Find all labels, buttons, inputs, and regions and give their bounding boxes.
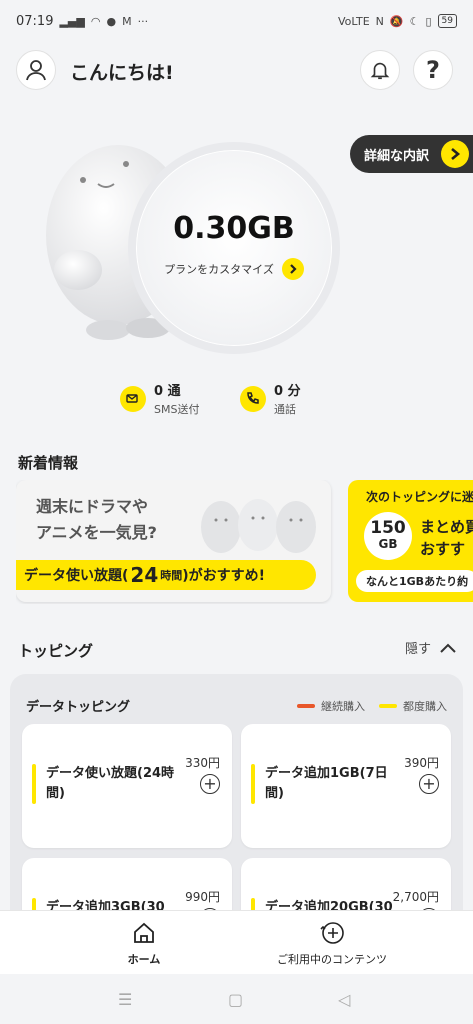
more-notifications-icon: ··· bbox=[137, 14, 149, 28]
volte-icon: VoLTE bbox=[337, 14, 370, 28]
question-icon: ? bbox=[426, 56, 440, 84]
nav-contents[interactable]: ご利用中のコンテンツ bbox=[262, 921, 402, 967]
news-banner-bulk[interactable]: 次のトッピングに迷 150 GB まとめ買 おすす なんと1GBあたり約 bbox=[348, 480, 473, 602]
bar-number: 24 bbox=[130, 563, 159, 587]
system-nav-bar: ☰ ▢ ◁ bbox=[0, 974, 473, 1024]
dnd-moon-icon: ☾ bbox=[409, 14, 420, 28]
topping-price: 330円 bbox=[185, 756, 220, 770]
customize-plan-label: プランをカスタマイズ bbox=[164, 262, 274, 276]
topping-header: トッピング 隠す bbox=[0, 638, 473, 662]
call-minutes: 0 分 bbox=[274, 384, 301, 399]
legend-swatch-continuous bbox=[297, 704, 315, 708]
banner2-bottom-text: なんと1GBあたり約 bbox=[356, 570, 473, 592]
app-header: こんにちは! ? bbox=[0, 48, 473, 92]
data-gauge[interactable]: 0.30GB プランをカスタマイズ bbox=[128, 142, 340, 354]
call-label: 通話 bbox=[274, 403, 296, 416]
bar-prefix: データ使い放題( bbox=[24, 568, 129, 584]
legend-label-one-time: 都度購入 bbox=[403, 700, 447, 713]
hide-toggle-button[interactable]: 隠す bbox=[405, 638, 457, 657]
legend-swatch-one-time bbox=[379, 704, 397, 708]
nfc-icon: N bbox=[375, 14, 384, 28]
chevron-right-icon bbox=[281, 257, 304, 280]
back-triangle-icon[interactable]: ◁ bbox=[338, 990, 350, 1009]
phone-icon bbox=[240, 385, 266, 412]
status-time: 07:19 bbox=[16, 13, 54, 29]
topping-name: データ使い放題(24時間) bbox=[46, 766, 175, 801]
banner-headline-line1: 週末にドラマや bbox=[36, 497, 149, 516]
bell-icon bbox=[370, 62, 390, 80]
usage-summary: 0 通 SMS送付 0 分 通話 bbox=[0, 380, 473, 420]
one-time-stripe bbox=[251, 764, 255, 804]
status-bar: 07:19 ▂▄▆ ◠ ● M ··· VoLTE N 🔕 ☾ ▯ 59 bbox=[0, 0, 473, 42]
add-topping-button[interactable]: + bbox=[200, 774, 220, 794]
bottom-navigation: ホーム ご利用中のコンテンツ bbox=[0, 910, 473, 974]
topping-section-title: トッピング bbox=[18, 642, 94, 660]
data-usage-hero: 0.30GB プランをカスタマイズ bbox=[0, 120, 473, 360]
signal-icon: ▂▄▆ bbox=[59, 14, 85, 28]
mascot-group-illustration bbox=[201, 499, 316, 553]
greeting-text: こんにちは! bbox=[70, 62, 174, 84]
mute-icon: 🔕 bbox=[389, 14, 404, 28]
sms-label: SMS送付 bbox=[154, 403, 200, 416]
chevron-up-icon bbox=[440, 643, 456, 653]
topping-card[interactable]: データ使い放題(24時間) 330円 + bbox=[22, 724, 232, 848]
remaining-data-value: 0.30GB bbox=[173, 210, 295, 246]
legend-label-continuous: 継続購入 bbox=[321, 700, 365, 713]
topping-card[interactable]: データ追加1GB(7日間) 390円 + bbox=[241, 724, 451, 848]
home-icon bbox=[134, 922, 154, 943]
hide-label: 隠す bbox=[404, 642, 431, 657]
banner2-title: まとめ買 おすす bbox=[420, 516, 473, 560]
wifi-icon: ◠ bbox=[90, 14, 101, 28]
profile-button[interactable] bbox=[16, 50, 56, 90]
one-time-stripe bbox=[32, 764, 36, 804]
home-square-icon[interactable]: ▢ bbox=[228, 990, 243, 1009]
add-topping-button[interactable]: + bbox=[419, 774, 439, 794]
vibrate-icon: ▯ bbox=[425, 14, 432, 28]
battery-icon: 59 bbox=[437, 14, 457, 28]
user-icon bbox=[26, 60, 46, 81]
gmail-icon: M bbox=[122, 14, 132, 28]
recent-apps-icon[interactable]: ☰ bbox=[118, 990, 132, 1009]
call-usage: 0 分 通話 bbox=[240, 380, 301, 417]
nav-contents-label: ご利用中のコンテンツ bbox=[277, 953, 387, 966]
banner-headline: 週末にドラマや アニメを一気見? bbox=[36, 494, 157, 546]
legend-continuous: 継続購入 bbox=[297, 698, 365, 714]
customize-plan-link[interactable]: プランをカスタマイズ bbox=[164, 257, 304, 280]
sms-icon bbox=[120, 385, 146, 412]
banner2-title-line2: おすす bbox=[420, 540, 466, 558]
news-carousel[interactable]: 週末にドラマや アニメを一気見? データ使い放題(24 時間)がおすすめ! 次のト… bbox=[16, 480, 473, 604]
nav-home-label: ホーム bbox=[127, 953, 161, 966]
legend-one-time: 都度購入 bbox=[379, 698, 447, 714]
help-button[interactable]: ? bbox=[413, 50, 453, 90]
data-topping-title: データトッピング bbox=[26, 700, 131, 715]
news-banner-unlimited[interactable]: 週末にドラマや アニメを一気見? データ使い放題(24 時間)がおすすめ! bbox=[16, 480, 331, 602]
banner-recommendation-bar: データ使い放題(24 時間)がおすすめ! bbox=[16, 560, 316, 590]
plus-icon: + bbox=[203, 774, 217, 793]
plus-icon: + bbox=[422, 774, 436, 793]
banner2-unit: GB bbox=[378, 537, 398, 551]
nav-home[interactable]: ホーム bbox=[112, 921, 176, 967]
add-content-icon bbox=[320, 922, 344, 944]
bar-suffix: )がおすすめ! bbox=[182, 568, 266, 584]
topping-price: 990円 bbox=[185, 890, 220, 904]
banner2-title-line1: まとめ買 bbox=[420, 518, 473, 536]
banner2-amount: 150 bbox=[370, 518, 406, 538]
topping-price: 2,700円 bbox=[392, 890, 439, 904]
topping-name: データ追加1GB(7日間) bbox=[265, 766, 388, 801]
banner2-top-text: 次のトッピングに迷 bbox=[366, 490, 473, 504]
chrome-icon: ● bbox=[106, 14, 117, 28]
news-section-title: 新着情報 bbox=[18, 454, 79, 472]
purchase-type-legend: 継続購入 都度購入 bbox=[297, 698, 447, 714]
notifications-button[interactable] bbox=[360, 50, 400, 90]
banner-headline-line2: アニメを一気見? bbox=[36, 523, 157, 542]
sms-count: 0 通 bbox=[154, 384, 181, 399]
banner2-amount-badge: 150 GB bbox=[364, 512, 412, 560]
topping-price: 390円 bbox=[404, 756, 439, 770]
bar-unit: 時間 bbox=[160, 569, 183, 582]
sms-usage: 0 通 SMS送付 bbox=[120, 380, 199, 417]
